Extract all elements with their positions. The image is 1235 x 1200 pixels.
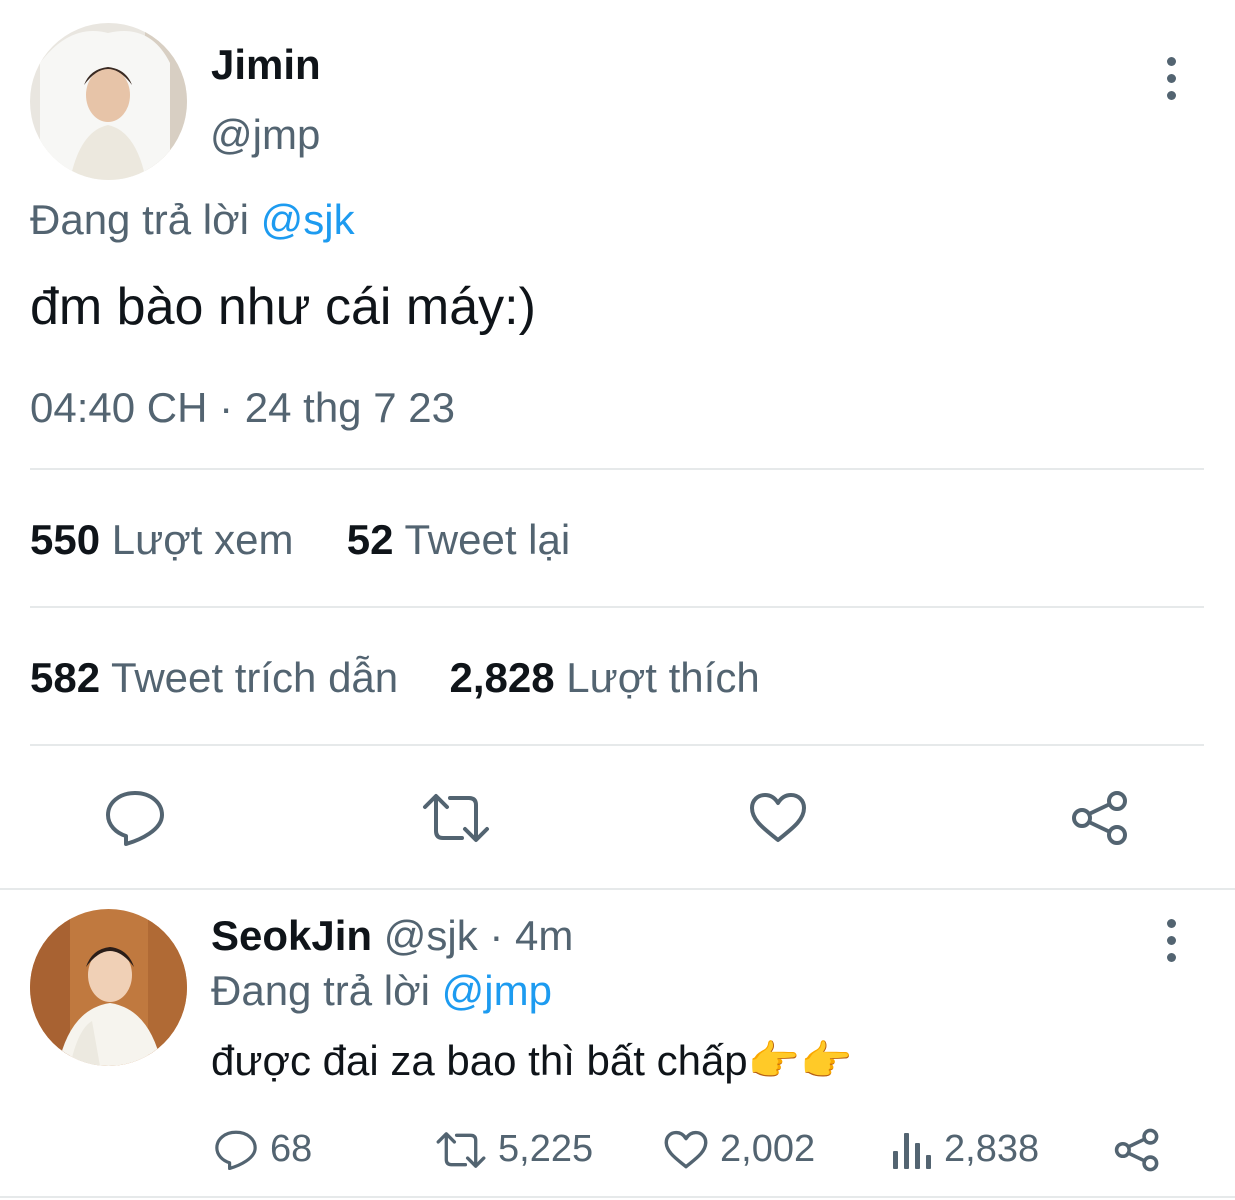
avatar-jimin[interactable] — [30, 23, 187, 180]
reply-views-action[interactable]: 2,838 — [890, 1128, 1039, 1171]
replying-to-line: Đang trả lời @sjk — [30, 199, 355, 241]
likes-count: 2,828 — [449, 654, 555, 701]
avatar-seokjin[interactable] — [30, 909, 187, 1066]
views-stat[interactable]: 550 Lượt xem — [30, 516, 305, 563]
reply-likes-action[interactable]: 2,002 — [664, 1128, 815, 1171]
reply-display-name[interactable]: SeokJin — [211, 912, 372, 959]
reply-icon — [215, 1130, 257, 1170]
likes-count: 2,002 — [720, 1128, 816, 1170]
reply-text-line: được đai za bao thì bất chấp👉👉 — [211, 1040, 852, 1082]
mention-link[interactable]: @sjk — [261, 196, 355, 243]
quotes-count: 582 — [30, 654, 101, 701]
divider — [30, 744, 1204, 746]
retweets-count: 52 — [346, 516, 394, 563]
likes-label: Lượt thích — [566, 654, 760, 701]
reply-retweets-action[interactable]: 5,225 — [436, 1128, 593, 1171]
retweets-label: Tweet lại — [404, 516, 571, 563]
reply-replies-action[interactable]: 68 — [214, 1128, 312, 1171]
reply-replying-prefix: Đang trả lời — [211, 967, 430, 1014]
divider — [30, 468, 1204, 470]
retweets-stat[interactable]: 52 Tweet lại — [347, 516, 570, 563]
pointing-hand-emojis: 👉👉 — [747, 1037, 853, 1084]
tweet-text: đm bào như cái máy:) — [30, 278, 536, 336]
views-label: Lượt xem — [111, 516, 294, 563]
quotes-stat[interactable]: 582 Tweet trích dẫn — [30, 654, 410, 701]
reply-share-icon[interactable] — [1114, 1128, 1160, 1172]
likes-stat[interactable]: 2,828 Lượt thích — [450, 654, 760, 701]
like-icon — [664, 1130, 708, 1168]
bottom-divider — [0, 1196, 1235, 1198]
more-options-icon[interactable] — [1159, 57, 1183, 108]
reply-text: được đai za bao thì bất chấp — [211, 1037, 748, 1084]
replies-count: 68 — [270, 1128, 313, 1170]
share-icon[interactable] — [1071, 790, 1129, 846]
reply-header: SeokJin @sjk · 4m — [211, 915, 573, 957]
reply-time[interactable]: · 4m — [489, 912, 573, 959]
reply-icon[interactable] — [104, 789, 166, 847]
like-icon[interactable] — [749, 792, 807, 844]
reply-more-options-icon[interactable] — [1159, 919, 1183, 970]
reply-mention-link[interactable]: @jmp — [442, 967, 552, 1014]
views-count: 550 — [30, 516, 101, 563]
retweet-icon — [436, 1131, 486, 1168]
display-name[interactable]: Jimin — [211, 44, 321, 86]
retweet-icon[interactable] — [422, 791, 490, 845]
divider — [30, 606, 1204, 608]
views-count: 2,838 — [944, 1128, 1040, 1170]
quotes-label: Tweet trích dẫn — [111, 654, 399, 701]
stats-row-1: 550 Lượt xem 52 Tweet lại — [30, 519, 570, 561]
views-icon — [893, 1132, 931, 1169]
section-divider — [0, 888, 1235, 890]
handle[interactable]: @jmp — [210, 114, 320, 156]
reply-replying-to-line: Đang trả lời @jmp — [211, 970, 552, 1012]
retweets-count: 5,225 — [498, 1128, 594, 1170]
stats-row-2: 582 Tweet trích dẫn 2,828 Lượt thích — [30, 657, 760, 699]
replying-prefix: Đang trả lời — [30, 196, 249, 243]
reply-handle[interactable]: @sjk — [384, 912, 478, 959]
tweet-timestamp[interactable]: 04:40 CH · 24 thg 7 23 — [30, 387, 455, 429]
